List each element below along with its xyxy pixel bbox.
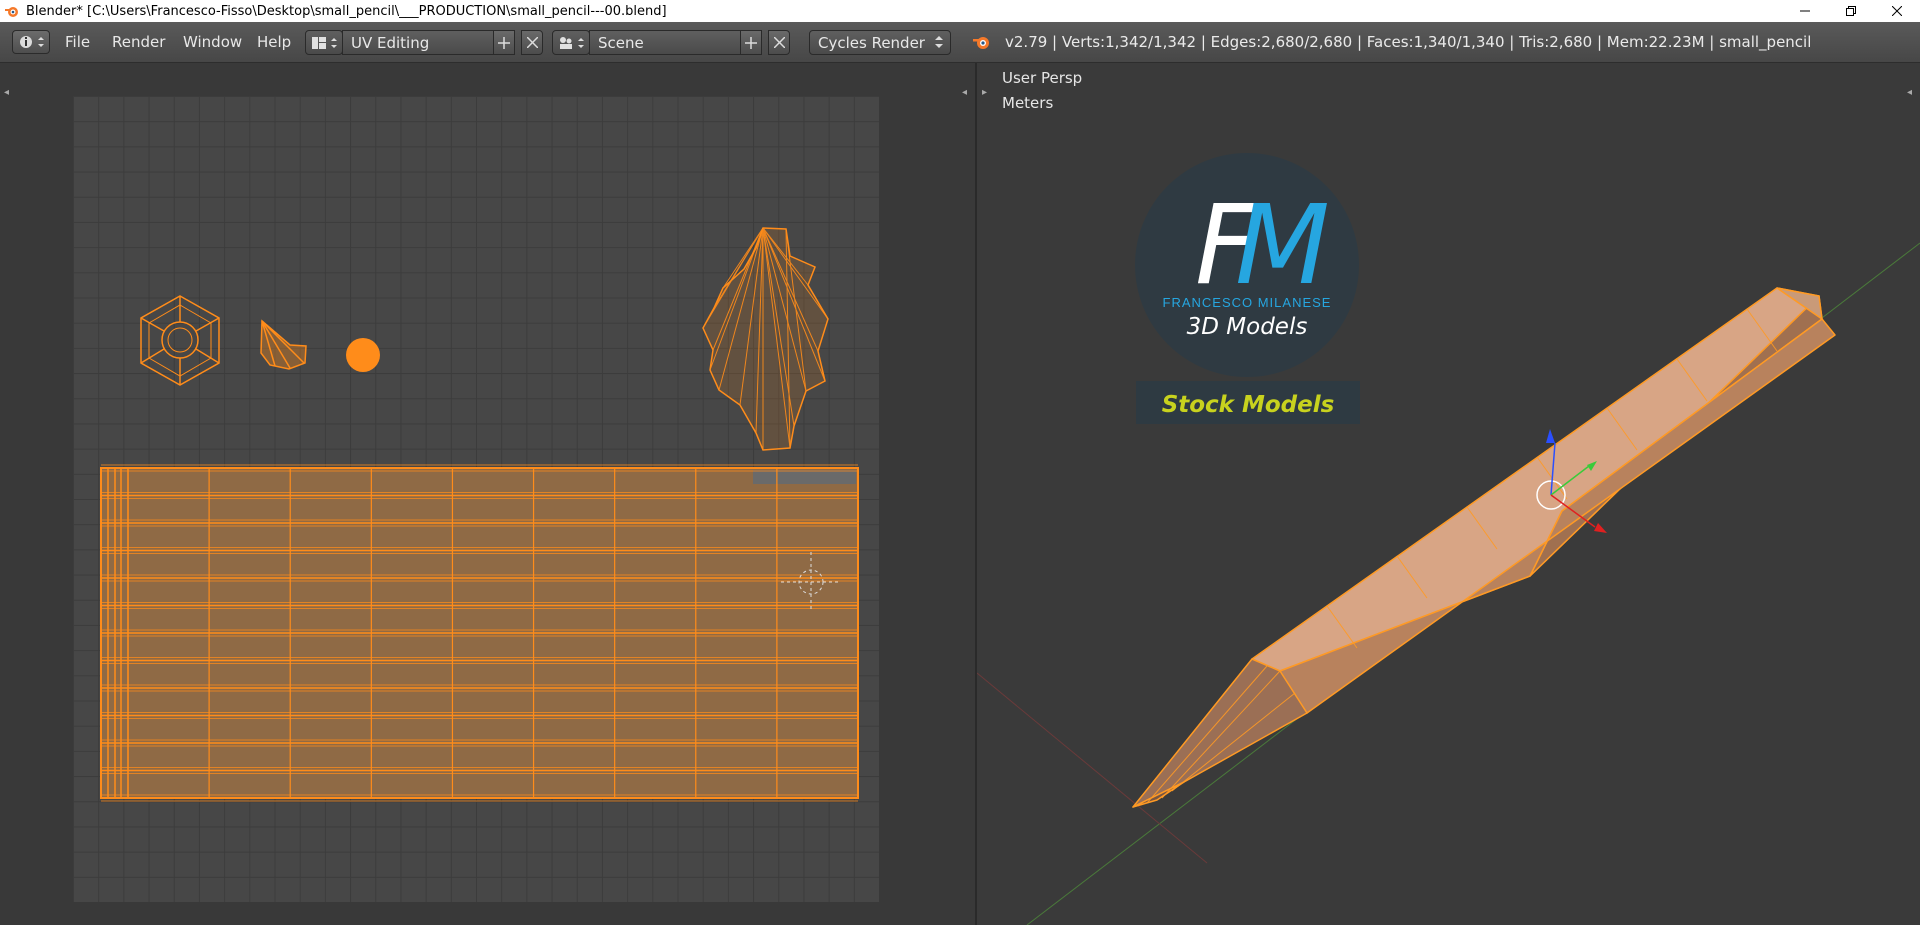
menu-window[interactable]: Window [183,22,242,62]
fm-logo: F M FRANCESCO MILANESE 3D Models Stock M… [1135,153,1360,424]
add-layout-button[interactable] [493,30,515,55]
window-controls [1782,0,1920,22]
logo-brand: FRANCESCO MILANESE [1163,295,1332,310]
info-header: File Render Window Help UV Editing Scene… [0,22,1920,63]
uv-island-hexagon [140,295,220,386]
scene-name: Scene [598,33,644,52]
3d-viewport[interactable]: ▸ ◂ User Persp Meters F M FRANCESCO MILA… [977,63,1920,925]
window-titlebar: Blender* [C:\Users\Francesco-Fisso\Deskt… [0,0,1920,22]
blender-app-icon [5,7,18,17]
menu-help[interactable]: Help [257,22,291,62]
editor-type-button[interactable] [12,30,50,54]
uv-island-dot [346,338,380,372]
logo-sub: 3D Models [1187,314,1308,340]
restore-button[interactable] [1828,0,1874,22]
layout-name: UV Editing [351,33,430,52]
uv-image-editor[interactable]: ◂ ◂ [0,63,977,925]
viewport-scene[interactable]: F M FRANCESCO MILANESE 3D Models Stock M… [977,63,1920,925]
layout-browse-button[interactable] [305,30,343,55]
minimize-icon [1800,10,1810,12]
blender-logo-icon [973,37,989,49]
restore-icon [1846,6,1856,16]
scene-statistics: v2.79 | Verts:1,342/1,342 | Edges:2,680/… [1005,33,1812,51]
screen-layout-icon [312,36,337,49]
layout-name-field[interactable]: UV Editing [342,30,494,55]
uv-island-tip [260,319,307,370]
logo-letter-m: M [1235,181,1330,309]
window-title: Blender* [C:\Users\Francesco-Fisso\Deskt… [26,3,667,19]
close-button[interactable] [1874,0,1920,22]
dropdown-arrows-icon [935,36,943,48]
scene-name-field[interactable]: Scene [589,30,741,55]
x-icon [773,37,785,48]
scene-icon [560,36,584,49]
render-engine-dropdown[interactable]: Cycles Render [809,30,951,55]
logo-badge: Stock Models [1162,392,1335,418]
menu-render[interactable]: Render [112,22,165,62]
render-engine-label: Cycles Render [818,33,925,52]
remove-scene-button[interactable] [768,30,790,55]
remove-layout-button[interactable] [521,30,543,55]
plus-icon [745,36,757,49]
close-icon [1892,6,1902,16]
scene-browse-button[interactable] [552,30,590,55]
minimize-button[interactable] [1782,0,1828,22]
menu-file[interactable]: File [65,22,90,62]
add-scene-button[interactable] [740,30,762,55]
info-icon [20,36,44,48]
plus-icon [498,36,510,49]
x-icon [526,37,538,48]
uv-islands[interactable] [0,63,975,925]
